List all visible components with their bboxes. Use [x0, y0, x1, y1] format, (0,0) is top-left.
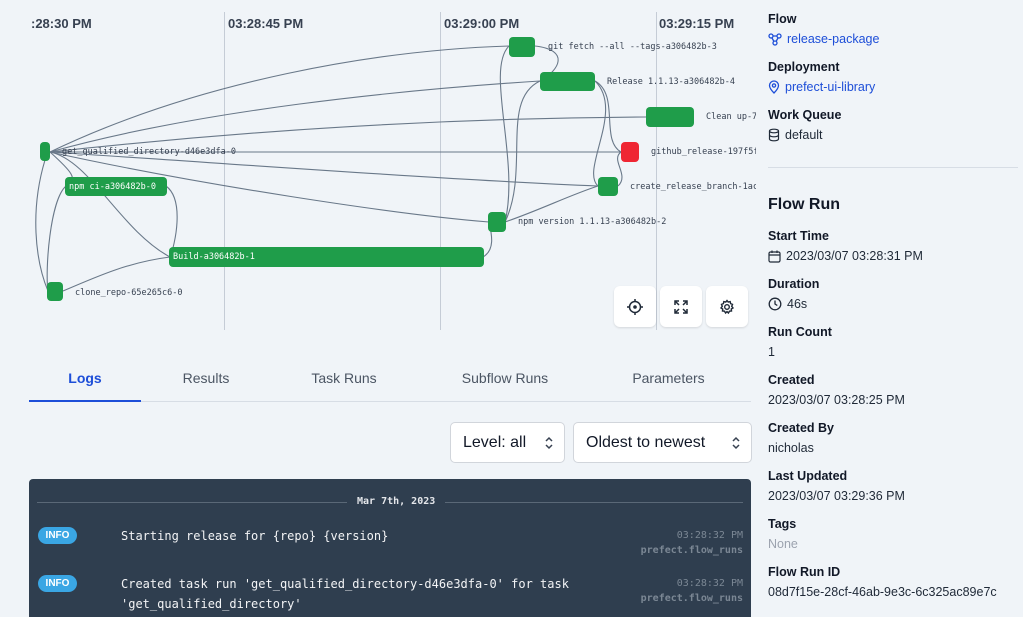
chevron-up-down-icon [732, 436, 740, 450]
flow-run-details-sidebar: Flow release-package Deployment prefect-… [768, 0, 1023, 617]
log-message-line: 'get_qualified_directory' [121, 597, 302, 611]
task-node-npm-version[interactable] [488, 212, 506, 232]
task-label: npm version 1.1.13-a306482b-2 [518, 217, 667, 227]
log-message: Created task run 'get_qualified_director… [121, 574, 569, 614]
tab-parameters[interactable]: Parameters [606, 355, 731, 401]
logs-panel[interactable]: Mar 7th, 2023 INFO Starting release for … [29, 479, 751, 617]
created-label: Created [768, 373, 815, 387]
last-updated-label: Last Updated [768, 469, 848, 483]
log-message: Starting release for {repo} {version} [121, 526, 388, 546]
work-queue-label: Work Queue [768, 108, 842, 122]
start-time-text: 2023/03/07 03:28:31 PM [786, 249, 923, 263]
level-select-value: Level: all [463, 433, 527, 451]
deployment-name: prefect-ui-library [785, 80, 876, 94]
task-node-build[interactable]: Build-a306482b-1 [169, 247, 484, 267]
flow-run-id-label: Flow Run ID [768, 565, 841, 579]
flow-label: Flow [768, 12, 797, 26]
log-logger: prefect.flow_runs [640, 593, 743, 604]
sort-order-value: Oldest to newest [586, 433, 706, 451]
log-message-line: Starting release for {repo} {version} [121, 529, 389, 543]
run-count-value: 1 [768, 345, 775, 359]
task-node-git-fetch[interactable] [509, 37, 535, 57]
tab-logs[interactable]: Logs [29, 355, 141, 402]
task-node-clean-up[interactable] [646, 107, 694, 127]
duration-label: Duration [768, 277, 820, 291]
log-timestamp: 03:28:32 PM [676, 578, 743, 589]
recenter-button[interactable] [614, 286, 656, 327]
start-time-value: 2023/03/07 03:28:31 PM [768, 249, 923, 263]
last-updated-value: 2023/03/07 03:29:36 PM [768, 489, 905, 503]
task-label: get_qualified_directory-d46e3dfa-0 [62, 147, 236, 157]
tab-results[interactable]: Results [149, 355, 263, 401]
level-select[interactable]: Level: all [450, 422, 565, 463]
task-label: Release 1.1.13-a306482b-4 [607, 77, 735, 87]
log-level-badge: INFO [38, 527, 77, 544]
log-logger: prefect.flow_runs [640, 545, 743, 556]
task-label: git fetch --all --tags-a306482b-3 [548, 42, 717, 52]
tab-bar: Logs Results Task Runs Subflow Runs Para… [29, 355, 751, 402]
log-timestamp: 03:28:32 PM [676, 530, 743, 541]
expand-icon [674, 299, 688, 314]
flow-run-id-value: 08d7f15e-28cf-46ab-9e3c-6c325ac89e7c [768, 585, 997, 599]
tab-task-runs[interactable]: Task Runs [284, 355, 404, 401]
database-icon [768, 128, 780, 142]
chevron-up-down-icon [545, 436, 553, 450]
tags-value: None [768, 537, 798, 551]
clock-icon [768, 297, 782, 311]
task-node-get-qualified-directory[interactable] [40, 142, 50, 161]
deployment-link[interactable]: prefect-ui-library [768, 80, 875, 94]
graph-settings-button[interactable] [706, 286, 748, 327]
task-label: Clean up-7 [706, 112, 756, 122]
flow-run-heading: Flow Run [768, 196, 840, 213]
created-value: 2023/03/07 03:28:25 PM [768, 393, 905, 407]
log-message-line: Created task run 'get_qualified_director… [121, 577, 569, 591]
tab-subflow-runs[interactable]: Subflow Runs [434, 355, 576, 401]
sort-order-select[interactable]: Oldest to newest [573, 422, 752, 463]
crosshair-icon [627, 298, 643, 315]
tags-label: Tags [768, 517, 797, 531]
task-label: clone_repo-65e265c6-0 [75, 288, 183, 298]
fullscreen-button[interactable] [660, 286, 702, 327]
task-node-npm-ci[interactable]: npm ci-a306482b-0 [65, 177, 167, 196]
work-queue-name: default [785, 128, 823, 142]
task-label: Build-a306482b-1 [173, 252, 255, 262]
gear-icon [719, 298, 735, 314]
flow-link[interactable]: release-package [768, 32, 879, 46]
task-node-release[interactable] [540, 72, 595, 91]
task-node-clone-repo[interactable] [47, 282, 63, 301]
run-count-label: Run Count [768, 325, 832, 339]
start-time-label: Start Time [768, 229, 829, 243]
location-pin-icon [768, 80, 780, 94]
duration-value: 46s [768, 297, 807, 311]
created-by-value: nicholas [768, 441, 814, 455]
task-node-github-release[interactable] [621, 142, 639, 162]
task-label: npm ci-a306482b-0 [69, 182, 156, 192]
duration-text: 46s [787, 297, 808, 311]
deployment-label: Deployment [768, 60, 840, 74]
flow-name: release-package [787, 32, 880, 46]
task-label: create_release_branch-1aca1 [630, 182, 756, 192]
calendar-icon [768, 250, 781, 263]
sidebar-divider [768, 167, 1018, 168]
work-queue-value: default [768, 128, 823, 142]
created-by-label: Created By [768, 421, 834, 435]
log-date: Mar 7th, 2023 [347, 496, 446, 507]
task-label: github_release-197f5fb0 [651, 147, 756, 157]
log-level-badge: INFO [38, 575, 77, 592]
task-node-create-release-branch[interactable] [598, 177, 618, 196]
flow-icon [768, 33, 782, 46]
flow-run-graph[interactable]: :28:30 PM 03:28:45 PM 03:29:00 PM 03:29:… [0, 0, 756, 340]
